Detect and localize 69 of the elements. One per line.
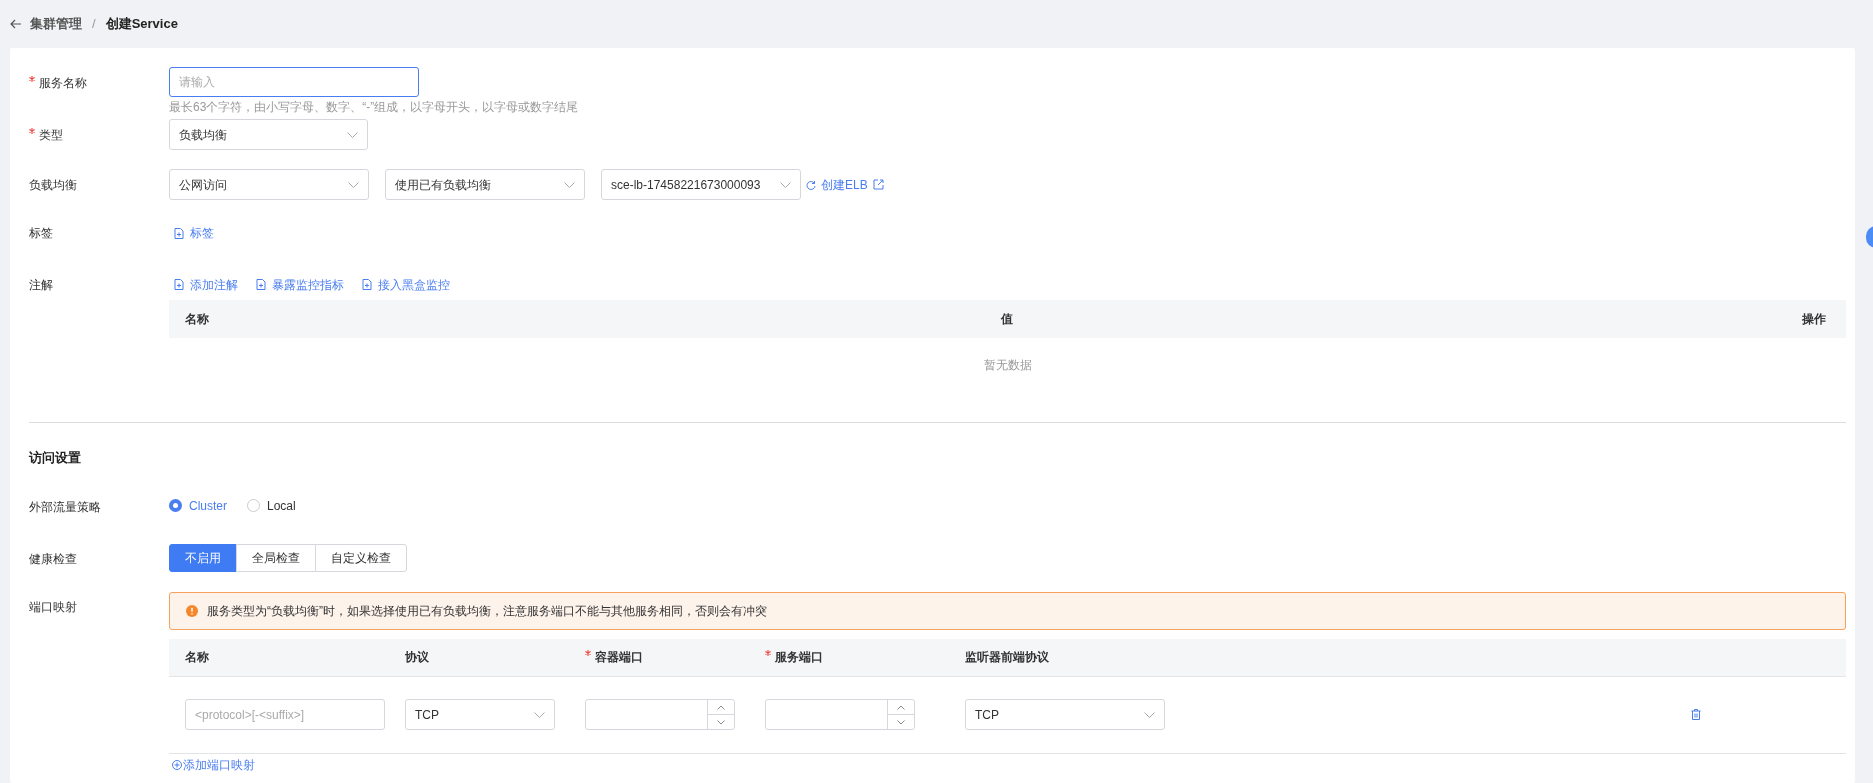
segment-tab[interactable]: 不启用 — [169, 543, 237, 572]
column-header: 协议 — [405, 650, 429, 664]
column-header: 监听器前端协议 — [965, 650, 1049, 664]
chevron-down-icon — [564, 181, 575, 188]
document-plus-icon — [174, 227, 184, 239]
annotation-link[interactable]: 添加注解 — [174, 275, 238, 294]
select-field[interactable]: TCP — [965, 699, 1165, 730]
chevron-down-icon[interactable] — [717, 719, 725, 725]
select-field[interactable]: 使用已有负载均衡 — [385, 169, 585, 200]
column-header: 操作 — [1802, 311, 1826, 326]
create-link[interactable]: 创建ELB — [806, 175, 884, 194]
delete-icon[interactable] — [1691, 709, 1701, 720]
plus-circle-icon — [172, 759, 182, 770]
required-asterisk-icon — [765, 650, 771, 656]
column-header: 名称 — [185, 650, 209, 664]
required-asterisk-icon — [29, 76, 35, 82]
required-asterisk-icon — [29, 128, 35, 134]
chevron-down-icon — [348, 181, 359, 188]
chevron-down-icon — [1144, 711, 1155, 718]
chevron-down-icon — [347, 131, 358, 138]
annotation-link[interactable]: 暴露监控指标 — [256, 275, 344, 294]
hint-text: 最长63个字符，由小写字母、数字、“-”组成，以字母开头，以字母或数字结尾 — [169, 99, 580, 115]
breadcrumb-item[interactable]: 集群管理 — [30, 14, 82, 34]
add-port-link[interactable]: 添加端口映射 — [172, 755, 255, 774]
warning-icon — [186, 604, 198, 617]
document-plus-icon — [256, 279, 266, 290]
radio-option[interactable]: Cluster — [169, 496, 227, 515]
text-input[interactable]: 请输入 — [169, 67, 419, 97]
empty-text: 暂无数据 — [983, 356, 1032, 374]
chevron-down-icon — [780, 181, 791, 188]
select-field[interactable]: 负载均衡 — [169, 119, 368, 150]
chevron-up-icon[interactable] — [717, 704, 725, 710]
refresh-icon — [806, 179, 816, 190]
form-label: 类型 — [29, 126, 63, 150]
form-label: 外部流量策略 — [29, 498, 101, 516]
required-asterisk-icon — [585, 650, 591, 656]
form-label: 端口映射 — [29, 598, 77, 616]
section-title: 访问设置 — [29, 448, 82, 467]
column-header: 服务端口 — [765, 650, 823, 664]
number-input[interactable] — [765, 699, 915, 730]
radio-option[interactable]: Local — [247, 496, 296, 515]
number-input[interactable] — [585, 699, 735, 730]
form-label: 负载均衡 — [29, 177, 77, 194]
form-label: 标签 — [29, 225, 53, 242]
breadcrumb-separator: / — [92, 15, 96, 34]
back-arrow-icon[interactable] — [10, 19, 22, 29]
document-plus-icon — [174, 279, 184, 290]
alert-text: 服务类型为“负载均衡”时，如果选择使用已有负载均衡，注意服务端口不能与其他服务相同，否则会有冲突 — [207, 602, 767, 620]
radio-button[interactable] — [169, 499, 182, 512]
breadcrumb-item: 创建Service — [105, 15, 178, 34]
form-label: 注解 — [29, 276, 53, 294]
column-header: 容器端口 — [585, 650, 643, 664]
chevron-down-icon[interactable] — [897, 719, 905, 725]
annotation-link[interactable]: 接入黑盒监控 — [362, 275, 450, 294]
segment-tab[interactable]: 全局检查 — [236, 543, 316, 572]
select-field[interactable]: sce-lb-17458221673000093 — [601, 169, 801, 200]
document-plus-icon — [362, 279, 372, 290]
chevron-up-icon[interactable] — [897, 704, 905, 710]
form-label: 服务名称 — [29, 74, 87, 115]
add-tag-link[interactable]: 标签 — [174, 224, 214, 242]
chevron-down-icon — [534, 711, 545, 718]
form-label: 健康检查 — [29, 550, 77, 568]
select-field[interactable]: 公网访问 — [169, 169, 369, 200]
external-link-icon — [872, 179, 884, 190]
select-field[interactable]: TCP — [405, 699, 555, 730]
column-header: 名称 — [185, 311, 209, 326]
radio-button[interactable] — [247, 499, 260, 512]
segment-tab[interactable]: 自定义检查 — [315, 543, 407, 572]
column-header: 值 — [1001, 311, 1014, 326]
